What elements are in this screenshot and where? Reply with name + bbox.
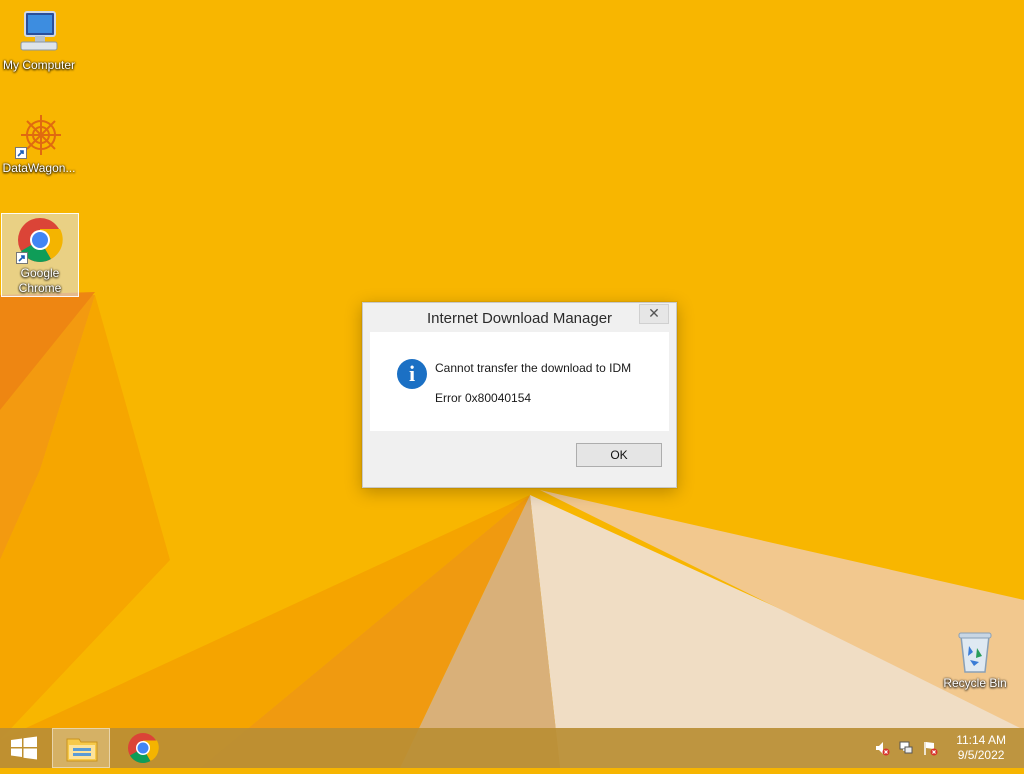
taskbar-file-explorer[interactable] <box>52 728 110 768</box>
computer-icon <box>15 8 63 56</box>
desktop-icon-label: My Computer <box>2 58 76 72</box>
dialog-body: i Cannot transfer the download to IDM Er… <box>370 332 669 431</box>
taskbar: 11:14 AM 9/5/2022 <box>0 728 1024 768</box>
chrome-icon <box>16 216 64 264</box>
ok-button[interactable]: OK <box>576 443 662 467</box>
dialog-titlebar[interactable]: Internet Download Manager ✕ <box>363 303 676 332</box>
clock-time: 11:14 AM <box>956 733 1006 747</box>
file-explorer-icon <box>66 738 98 762</box>
windows-logo-icon <box>11 736 37 760</box>
info-icon: i <box>397 359 427 389</box>
dialog-title: Internet Download Manager <box>426 310 613 327</box>
desktop-icon-datawagon[interactable]: DataWagon... <box>1 111 77 176</box>
start-button[interactable] <box>0 728 48 768</box>
datawagon-icon <box>15 111 63 159</box>
desktop-icon-label: Recycle Bin <box>943 676 1007 690</box>
desktop-icon-label-line2: Chrome <box>18 281 62 295</box>
dialog-message: Cannot transfer the download to IDM <box>435 361 632 375</box>
desktop-icon-google-chrome[interactable]: Google Chrome <box>1 213 79 297</box>
taskbar-clock[interactable]: 11:14 AM 9/5/2022 <box>956 733 1006 763</box>
action-center-flag-icon[interactable] <box>922 740 938 756</box>
shortcut-arrow-icon <box>16 252 28 264</box>
network-icon[interactable] <box>898 740 914 756</box>
desktop-icon-label-line1: Google <box>20 266 60 280</box>
desktop-icon-label: DataWagon... <box>2 161 76 175</box>
desktop-icon-my-computer[interactable]: My Computer <box>1 8 77 73</box>
recycle-bin-icon <box>955 630 995 674</box>
close-icon: ✕ <box>648 305 660 321</box>
dialog-error-code: Error 0x80040154 <box>435 391 532 405</box>
idm-error-dialog: Internet Download Manager ✕ i Cannot tra… <box>362 302 677 488</box>
chrome-icon <box>128 733 159 764</box>
taskbar-google-chrome[interactable] <box>114 728 172 768</box>
close-button[interactable]: ✕ <box>639 304 669 324</box>
desktop-icon-recycle-bin[interactable]: Recycle Bin <box>937 630 1013 691</box>
clock-date: 9/5/2022 <box>957 748 1005 762</box>
volume-muted-icon[interactable] <box>874 740 890 756</box>
shortcut-arrow-icon <box>15 147 27 159</box>
